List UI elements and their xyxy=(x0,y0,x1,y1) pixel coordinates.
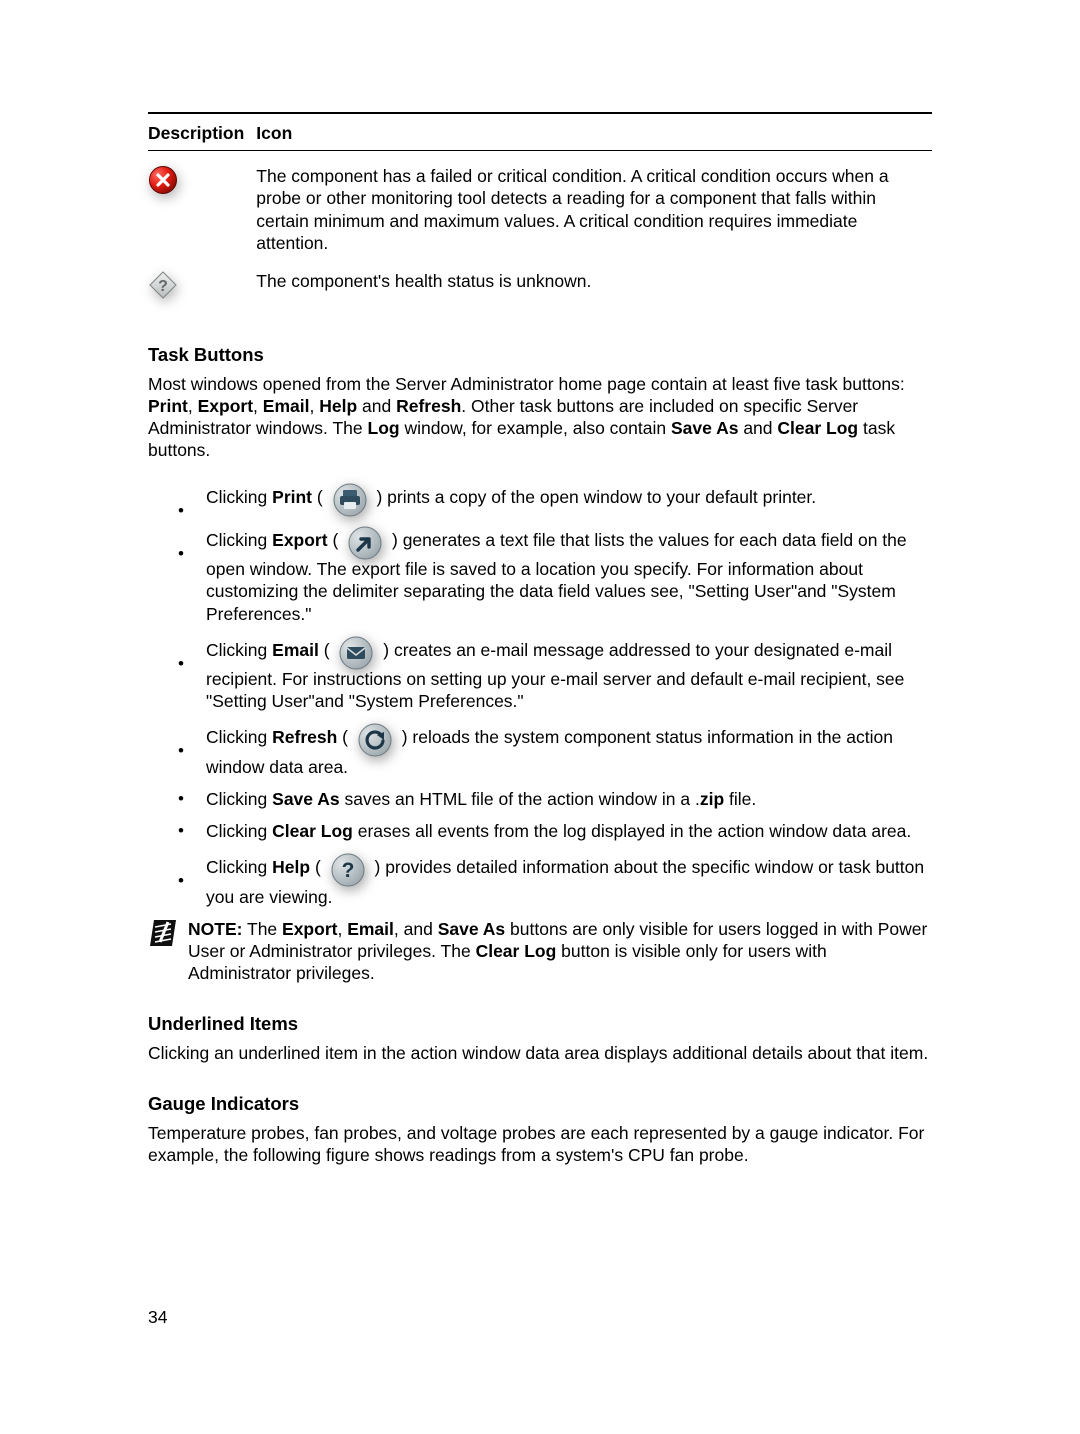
list-item: Clicking Help ( ? ) provides detailed in… xyxy=(178,852,932,907)
underlined-items-heading: Underlined Items xyxy=(148,1012,932,1035)
table-header-rule xyxy=(148,150,932,151)
col-description: Description xyxy=(148,122,256,148)
col-icon: Icon xyxy=(256,122,932,148)
list-item: Clicking Export ( ) generates a text fil… xyxy=(178,525,932,625)
critical-status-icon xyxy=(148,165,178,200)
svg-text:?: ? xyxy=(158,278,168,295)
status-table: Description Icon xyxy=(148,122,932,315)
task-buttons-list: Clicking Print ( ) prints a copy of the … xyxy=(148,482,932,908)
document-page: Description Icon xyxy=(0,0,1080,1434)
svg-text:?: ? xyxy=(341,859,354,882)
print-icon xyxy=(332,482,368,523)
task-buttons-heading: Task Buttons xyxy=(148,343,932,366)
table-row: The component has a failed or critical c… xyxy=(148,159,932,264)
list-item: Clicking Email ( ) creates an e-mail mes… xyxy=(178,635,932,713)
note-icon xyxy=(150,920,176,951)
note: NOTE: The Export, Email, and Save As but… xyxy=(148,918,932,985)
gauge-indicators-heading: Gauge Indicators xyxy=(148,1092,932,1115)
list-item: Clicking Save As saves an HTML file of t… xyxy=(178,788,932,810)
list-item: Clicking Print ( ) prints a copy of the … xyxy=(178,482,932,515)
list-item: Clicking Clear Log erases all events fro… xyxy=(178,820,932,842)
unknown-status-text: The component's health status is unknown… xyxy=(256,264,932,315)
note-text: NOTE: The Export, Email, and Save As but… xyxy=(188,918,932,985)
help-icon: ? xyxy=(330,852,366,893)
underlined-items-body: Clicking an underlined item in the actio… xyxy=(148,1042,932,1064)
table-top-rule xyxy=(148,112,932,114)
table-header-row: Description Icon xyxy=(148,122,932,148)
refresh-icon xyxy=(357,722,393,763)
gauge-indicators-body: Temperature probes, fan probes, and volt… xyxy=(148,1122,932,1166)
unknown-status-icon: ? xyxy=(148,270,178,305)
table-row: ? The component's health status is unkno… xyxy=(148,264,932,315)
critical-status-text: The component has a failed or critical c… xyxy=(256,159,932,264)
task-buttons-intro: Most windows opened from the Server Admi… xyxy=(148,373,932,462)
email-icon xyxy=(338,635,374,676)
page-number: 34 xyxy=(148,1306,167,1328)
export-icon xyxy=(347,525,383,566)
list-item: Clicking Refresh ( ) reloads the system … xyxy=(178,722,932,777)
